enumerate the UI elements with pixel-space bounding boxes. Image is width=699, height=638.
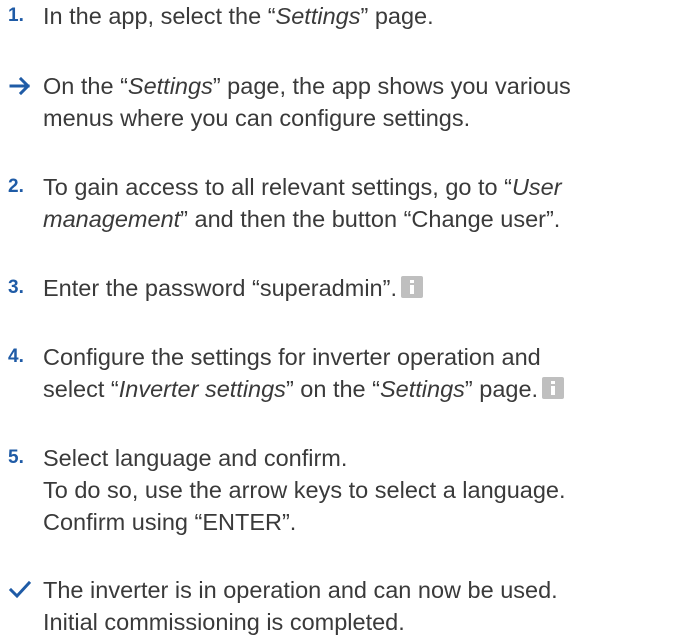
step-line: In the app, select the “Settings” page. <box>43 3 434 29</box>
step-line: Configure the settings for inverter oper… <box>43 344 541 370</box>
step-line: Initial commissioning is completed. <box>43 609 405 635</box>
step-number: 3. <box>8 277 24 298</box>
step-number: 4. <box>8 346 24 367</box>
step-text: In the app, select the “Settings” page. <box>43 0 699 32</box>
info-icon[interactable] <box>542 377 565 399</box>
info-icon[interactable] <box>400 276 423 298</box>
step-number: 5. <box>8 447 24 468</box>
checkmark-icon <box>8 574 38 606</box>
step-line: Enter the password “superadmin”. <box>43 272 699 304</box>
step-line: menus where you can configure settings. <box>43 105 471 131</box>
step-line: On the “Settings” page, the app shows yo… <box>43 73 571 99</box>
step-line: select “Inverter settings” on the “Setti… <box>43 373 699 405</box>
step-line: management” and then the button “Change … <box>43 206 561 232</box>
step-line: The inverter is in operation and can now… <box>43 577 558 603</box>
instruction-steps: 1. In the app, select the “Settings” pag… <box>0 0 699 635</box>
step-number: 1. <box>8 5 24 26</box>
step-text: To gain access to all relevant settings,… <box>43 171 699 235</box>
step-number: 2. <box>8 176 24 197</box>
step-text: Configure the settings for inverter oper… <box>43 341 699 405</box>
step-text: Enter the password “superadmin”. <box>43 272 699 304</box>
step-line: To do so, use the arrow keys to select a… <box>43 477 566 503</box>
step-line: Select language and confirm. <box>43 445 348 471</box>
step-text: On the “Settings” page, the app shows yo… <box>43 70 699 134</box>
step-text: The inverter is in operation and can now… <box>43 574 699 638</box>
step-text: Select language and confirm. To do so, u… <box>43 442 699 538</box>
step-line: Confirm using “ENTER”. <box>43 509 297 535</box>
step-line: To gain access to all relevant settings,… <box>43 174 562 200</box>
arrow-right-icon <box>8 70 38 102</box>
